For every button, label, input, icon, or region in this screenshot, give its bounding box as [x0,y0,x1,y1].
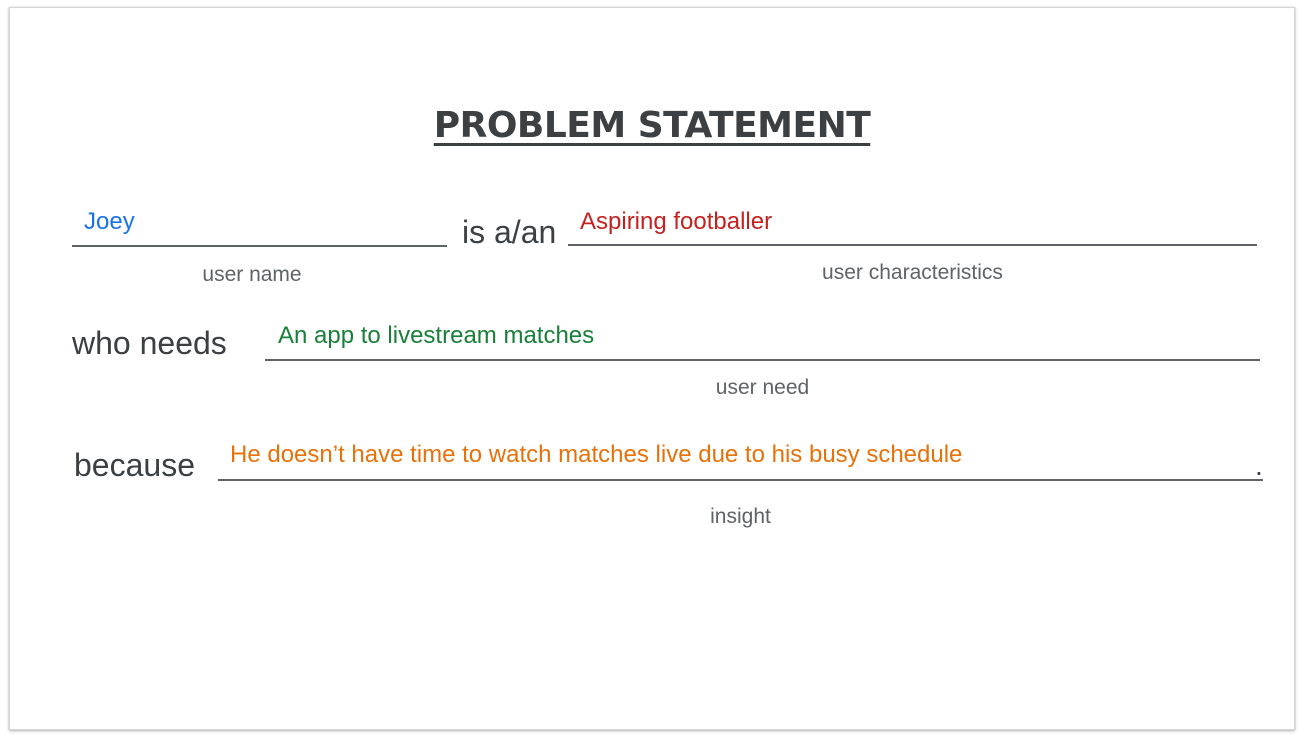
user-name-caption: user name [202,263,302,286]
insight-caption: insight [710,505,771,528]
page-title: PROBLEM STATEMENT [433,105,871,146]
user-need-caption: user need [715,376,810,399]
user-characteristics-caption: user characteristics [822,261,1003,284]
insight-value: He doesn’t have time to watch matches li… [230,441,963,468]
user-need-value: An app to livestream matches [278,322,595,349]
slide: PROBLEM STATEMENT Joey user name is a/an… [9,7,1295,730]
user-characteristics-value: Aspiring footballer [580,208,773,235]
because-label: because [74,447,195,483]
insight-line [218,479,1263,481]
user-name-line [72,245,447,247]
is-a-an-label: is a/an [462,214,557,250]
who-needs-label: who needs [72,325,227,361]
end-period: . [1255,450,1263,481]
user-name-value: Joey [84,208,135,235]
user-characteristics-line [568,244,1257,246]
user-need-line [265,359,1260,361]
